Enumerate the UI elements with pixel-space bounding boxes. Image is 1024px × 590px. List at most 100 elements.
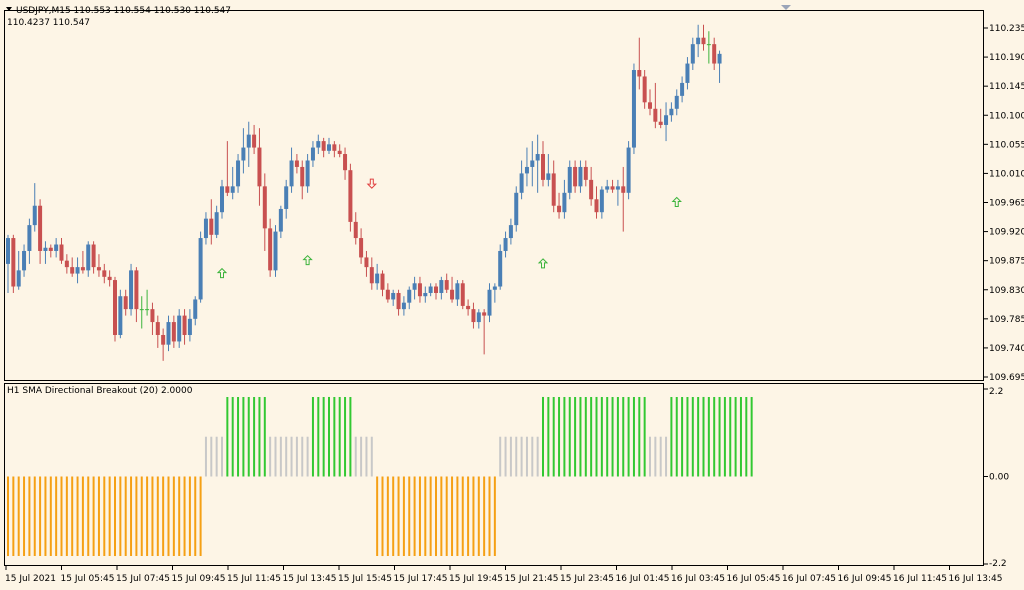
candle bbox=[230, 166, 235, 200]
candle-body bbox=[599, 189, 604, 213]
candle bbox=[455, 280, 460, 306]
candle bbox=[642, 70, 647, 109]
candle-body bbox=[535, 154, 540, 161]
candle bbox=[594, 186, 599, 219]
candle-body bbox=[230, 186, 235, 193]
candle-body bbox=[305, 160, 310, 187]
candle-body bbox=[631, 70, 636, 148]
candle bbox=[220, 179, 224, 219]
candle bbox=[669, 102, 674, 122]
arrow-up-icon bbox=[671, 196, 682, 207]
price-tick-label: 110.190 bbox=[989, 53, 1024, 63]
candle bbox=[503, 231, 508, 258]
indicator-axis: 2.2 0.00 -2.2 bbox=[984, 387, 1009, 569]
price-tick-label: 109.785 bbox=[989, 315, 1024, 325]
candle-body bbox=[134, 270, 139, 310]
candle-body bbox=[562, 192, 567, 213]
candle bbox=[401, 296, 406, 316]
price-tick-label: 110.145 bbox=[989, 82, 1024, 92]
candle-body bbox=[557, 205, 562, 213]
candle bbox=[193, 296, 198, 326]
candle bbox=[674, 89, 679, 116]
candle bbox=[70, 257, 75, 277]
price-tick-label: 109.965 bbox=[989, 199, 1024, 209]
candle-body bbox=[64, 260, 69, 268]
candle-body bbox=[294, 160, 299, 167]
candle bbox=[524, 147, 529, 187]
candle bbox=[32, 183, 37, 232]
candle-body bbox=[209, 218, 214, 235]
indicator-tick-label: 2.2 bbox=[989, 387, 1003, 397]
candle bbox=[337, 144, 342, 158]
candle-body bbox=[696, 37, 701, 45]
candle bbox=[610, 179, 615, 193]
time-tick-label: 16 Jul 11:45 bbox=[893, 574, 947, 584]
candle-body bbox=[48, 247, 53, 251]
candle-body bbox=[621, 186, 626, 193]
candle bbox=[519, 160, 524, 200]
candle-body bbox=[567, 166, 572, 193]
candle bbox=[43, 241, 48, 264]
candle bbox=[64, 254, 69, 274]
candle-body bbox=[332, 144, 337, 151]
time-tick-label: 16 Jul 09:45 bbox=[838, 574, 892, 584]
candle bbox=[557, 192, 562, 219]
candle-body bbox=[498, 250, 503, 287]
candle-body bbox=[353, 221, 358, 239]
candle-body bbox=[583, 166, 588, 180]
price-tick-label: 109.920 bbox=[989, 228, 1024, 238]
time-axis: 15 Jul 2021 15 Jul 05:45 15 Jul 07:45 15 Ju… bbox=[5, 566, 1002, 584]
candle-body bbox=[11, 238, 16, 287]
candle-body bbox=[54, 244, 59, 251]
time-tick-label: 16 Jul 01:45 bbox=[616, 574, 670, 584]
candle bbox=[396, 289, 401, 316]
candle-body bbox=[70, 267, 75, 274]
candle bbox=[343, 147, 348, 180]
candle bbox=[375, 263, 380, 290]
candle bbox=[27, 218, 32, 264]
candle-body bbox=[177, 315, 182, 342]
candle bbox=[209, 199, 214, 245]
candle bbox=[444, 273, 449, 293]
candle-body bbox=[519, 173, 524, 193]
candle bbox=[385, 283, 390, 303]
candle-body bbox=[530, 160, 535, 167]
candle-body bbox=[257, 147, 262, 187]
candle bbox=[530, 141, 535, 187]
time-tick-label: 15 Jul 09:45 bbox=[172, 574, 226, 584]
candle bbox=[316, 134, 321, 155]
shift-marker-icon[interactable] bbox=[781, 5, 791, 10]
candle bbox=[434, 283, 438, 300]
candle bbox=[535, 134, 540, 193]
candle bbox=[332, 141, 337, 158]
candle bbox=[289, 147, 294, 193]
candle-body bbox=[289, 160, 294, 187]
arrow-up-icon bbox=[537, 258, 549, 269]
candle bbox=[262, 173, 267, 251]
candle bbox=[605, 179, 610, 193]
candle bbox=[134, 267, 139, 323]
candle bbox=[498, 244, 503, 290]
candle bbox=[80, 250, 85, 274]
candle bbox=[139, 296, 144, 329]
candle bbox=[701, 24, 706, 51]
candle-body bbox=[589, 179, 594, 200]
candle-body bbox=[155, 322, 160, 335]
candle-body bbox=[198, 238, 203, 300]
candle-body bbox=[412, 283, 417, 290]
histogram bbox=[7, 396, 753, 557]
candle-body bbox=[466, 305, 471, 310]
candle-body bbox=[685, 63, 690, 83]
candle bbox=[182, 309, 187, 345]
candle-body bbox=[471, 309, 476, 323]
candle bbox=[38, 199, 43, 264]
candle-body bbox=[551, 173, 556, 206]
chart-canvas[interactable]: USDJPY,M15 110.553 110.554 110.530 110.5… bbox=[0, 0, 1024, 590]
candle bbox=[278, 205, 283, 239]
candle-body bbox=[364, 257, 369, 268]
candle bbox=[583, 160, 588, 187]
candle bbox=[241, 128, 246, 174]
candle bbox=[348, 163, 353, 232]
candle bbox=[203, 212, 208, 245]
candle-body bbox=[626, 147, 631, 193]
